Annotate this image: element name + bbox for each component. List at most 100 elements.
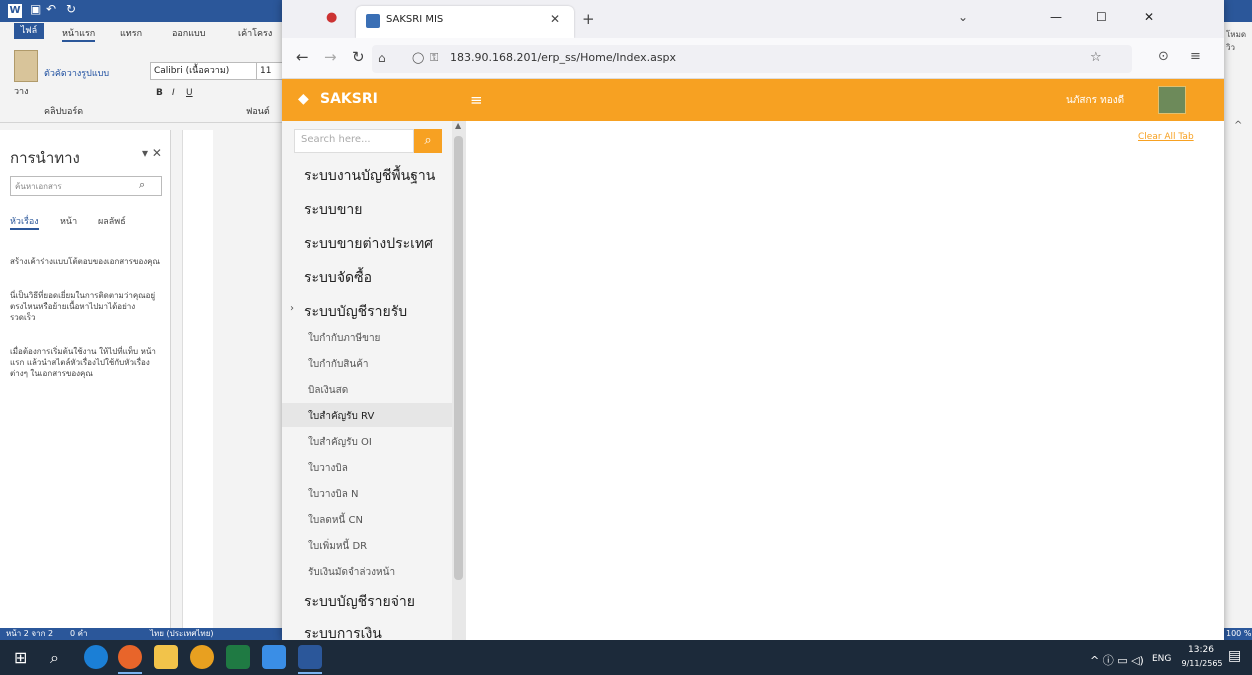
nav-tab-pages[interactable]: หน้า (60, 214, 77, 228)
nav-tab-headings[interactable]: หัวเรื่อง (10, 214, 39, 230)
tab-design[interactable]: ออกแบบ (172, 26, 206, 40)
forward-icon[interactable]: → (324, 48, 337, 66)
font-size-select[interactable]: 11 (256, 62, 284, 80)
word-taskbar-icon[interactable] (298, 645, 322, 669)
home-icon[interactable]: ⌂ (378, 51, 386, 65)
brand-name[interactable]: SAKSRI (320, 91, 378, 107)
search-icon[interactable]: ⌕ (414, 129, 442, 153)
paste-label: วาง (14, 87, 29, 97)
menu-basic-accounting[interactable]: ระบบงานบัญชีพื้นฐาน (304, 165, 435, 187)
status-language: ไทย (ประเทศไทย) (150, 629, 214, 638)
menu-icon[interactable]: ≡ (1190, 49, 1201, 64)
format-painter-button[interactable]: ตัวคัดวางรูปแบบ (44, 66, 109, 80)
vertical-ruler (182, 130, 213, 628)
save-icon[interactable]: ▣ (30, 2, 41, 16)
minimize-icon[interactable]: — (1050, 10, 1062, 24)
nav-tab-results[interactable]: ผลลัพธ์ (98, 214, 126, 228)
submenu-item[interactable]: ใบกำกับสินค้า (308, 357, 369, 372)
submenu-item[interactable]: ใบวางบิล N (308, 487, 358, 502)
tab-title: SAKSRI MIS (386, 14, 444, 25)
tab-file[interactable]: ไฟล์ (14, 23, 44, 39)
nav-help-text-2: นี่เป็นวิธีที่ยอดเยี่ยมในการติดตามว่าคุณ… (10, 291, 156, 322)
active-indicator (298, 672, 322, 674)
tab-insert[interactable]: แทรก (120, 26, 142, 40)
firefox-view-icon[interactable]: ● (326, 10, 337, 25)
reload-icon[interactable]: ↻ (352, 48, 365, 66)
status-words: 0 คำ (70, 629, 88, 638)
excel-icon[interactable] (226, 645, 250, 669)
menu-accounts-receivable[interactable]: ระบบบัญชีรายรับ (304, 301, 407, 323)
italic-icon[interactable]: I (172, 88, 175, 98)
notification-icon[interactable]: ▤ (1228, 648, 1241, 664)
menu-purchasing[interactable]: ระบบจัดซื้อ (304, 267, 372, 289)
system-tray-icons[interactable]: ^ ⓘ ▭ ◁) (1090, 652, 1144, 668)
clear-all-tab-link[interactable]: Clear All Tab (1138, 132, 1194, 142)
chrome-icon[interactable] (190, 645, 214, 669)
submenu-item-active[interactable]: ใบสำคัญรับ RV (308, 409, 374, 424)
word-right-label: โหมดวิว (1226, 30, 1247, 52)
nav-search-input[interactable]: ค้นหาเอกสาร ⌕ (10, 176, 162, 196)
favicon-icon (366, 14, 380, 28)
window-close-icon[interactable]: ✕ (1144, 10, 1154, 24)
submenu-item[interactable]: ใบวางบิล (308, 461, 348, 476)
avatar[interactable] (1158, 86, 1186, 114)
pocket-icon[interactable]: ⊙ (1158, 49, 1169, 64)
lock-icon[interactable]: ⚿ (430, 51, 438, 65)
bold-icon[interactable]: B (156, 88, 163, 98)
new-tab-icon[interactable]: + (582, 10, 595, 28)
mail-icon[interactable] (262, 645, 286, 669)
status-zoom: 100 % (1226, 629, 1252, 638)
sidebar-search-input[interactable]: Search here... (294, 129, 414, 153)
language-indicator[interactable]: ENG (1152, 654, 1171, 664)
back-icon[interactable]: ← (296, 48, 309, 66)
paste-icon[interactable] (14, 50, 38, 82)
maximize-icon[interactable]: ☐ (1096, 10, 1107, 24)
nav-help-text-3: เมื่อต้องการเริ่มต้นใช้งาน ให้ไปที่แท็บ … (10, 347, 156, 378)
brand-logo-icon: ◆ (298, 91, 309, 107)
main-content-area (466, 146, 1224, 640)
menu-accounts-payable[interactable]: ระบบบัญชีรายจ่าย (304, 591, 415, 613)
redo-icon[interactable]: ↻ (66, 2, 76, 16)
navigation-pane: การนำทาง ▾ ✕ ค้นหาเอกสาร ⌕ หัวเรื่อง หน้… (0, 130, 171, 628)
font-name-select[interactable]: Calibri (เนื้อความ) (150, 62, 258, 80)
search-icon[interactable]: ⌕ (139, 178, 145, 192)
sidebar-search-placeholder: Search here... (301, 134, 371, 145)
submenu-item[interactable]: บิลเงินสด (308, 383, 348, 398)
underline-icon[interactable]: U (186, 88, 193, 98)
search-icon[interactable]: ⌕ (50, 648, 59, 668)
firefox-icon[interactable] (118, 645, 142, 669)
tab-layout[interactable]: เค้าโครง (238, 26, 272, 40)
browser-tab-active[interactable]: SAKSRI MIS ✕ (356, 6, 574, 38)
edge-icon[interactable] (84, 645, 108, 669)
tab-home[interactable]: หน้าแรก (62, 26, 96, 42)
bookmark-star-icon[interactable]: ☆ (1090, 50, 1102, 65)
tab-close-icon[interactable]: ✕ (550, 12, 560, 26)
address-bar[interactable]: ⌂ ◯ ⚿ 183.90.168.201/erp_ss/Home/Index.a… (372, 45, 1132, 73)
list-tabs-icon[interactable]: ⌄ (958, 10, 968, 24)
hamburger-icon[interactable]: ≡ (470, 91, 483, 109)
browser-window: ● SAKSRI MIS ✕ + ⌄ — ☐ ✕ ← → ↻ ⌂ ◯ ⚿ 183… (282, 0, 1224, 642)
submenu-item[interactable]: ใบเพิ่มหนี้ DR (308, 539, 367, 554)
app-header: ◆ SAKSRI ≡ นภัสกร ทองดี (282, 79, 1224, 121)
windows-taskbar (0, 640, 1252, 675)
app-sidebar: Search here... ⌕ ระบบงานบัญชีพื้นฐาน ระบ… (282, 121, 458, 642)
word-icon: W (8, 4, 22, 18)
clock-date[interactable]: 9/11/2565 (1180, 659, 1224, 668)
submenu-item[interactable]: ใบสำคัญรับ OI (308, 435, 372, 450)
menu-sales[interactable]: ระบบขาย (304, 199, 362, 221)
sidebar-scroll-thumb[interactable] (454, 136, 463, 580)
menu-foreign-sales[interactable]: ระบบขายต่างประเทศ (304, 233, 433, 255)
clock-time[interactable]: 13:26 (1184, 645, 1218, 655)
user-name[interactable]: นภัสกร ทองดี (1066, 93, 1124, 108)
submenu-item[interactable]: ใบกำกับภาษีขาย (308, 331, 380, 346)
submenu-item[interactable]: รับเงินมัดจำล่วงหน้า (308, 565, 395, 580)
undo-icon[interactable]: ↶ (46, 2, 56, 16)
submenu-item[interactable]: ใบลดหนี้ CN (308, 513, 363, 528)
file-explorer-icon[interactable] (154, 645, 178, 669)
start-icon[interactable]: ⊞ (14, 648, 27, 667)
chevron-up-icon[interactable]: ^ (1234, 120, 1242, 131)
shield-icon[interactable]: ◯ (412, 51, 424, 64)
close-icon[interactable]: ▾ ✕ (142, 146, 162, 160)
scroll-up-icon[interactable]: ▲ (455, 121, 461, 130)
tab-strip: ● SAKSRI MIS ✕ + ⌄ — ☐ ✕ (282, 0, 1224, 38)
